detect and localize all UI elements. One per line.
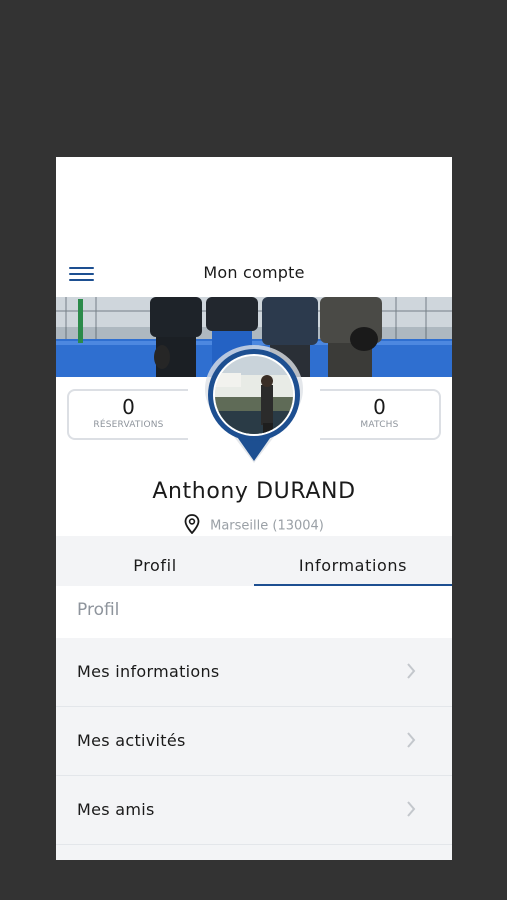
menu-item-label: Mes activités xyxy=(77,731,186,750)
location-pin-icon xyxy=(184,514,200,538)
settings-menu: Mes informations Mes activités Mes amis xyxy=(56,638,452,860)
menu-more xyxy=(56,845,452,860)
tab-informations[interactable]: Informations xyxy=(254,536,452,586)
user-name: Anthony DURAND xyxy=(152,479,356,504)
app-screen: Mon compte 0 RÉSERVATIONS 0 MATCHS Antho… xyxy=(56,157,452,860)
chevron-right-icon xyxy=(406,662,416,684)
menu-item-label: Mes amis xyxy=(77,800,155,819)
chevron-right-icon xyxy=(406,800,416,822)
section-title: Profil xyxy=(77,600,120,620)
matchs-count: 0 xyxy=(373,395,386,419)
matchs-stat[interactable]: 0 MATCHS xyxy=(320,389,441,440)
chevron-right-icon xyxy=(406,731,416,753)
menu-item-mes-activites[interactable]: Mes activités xyxy=(56,707,452,776)
menu-item-mes-informations[interactable]: Mes informations xyxy=(56,638,452,707)
avatar[interactable] xyxy=(203,345,305,463)
location-text: Marseille (13004) xyxy=(210,518,324,534)
matchs-label: MATCHS xyxy=(360,420,399,430)
user-location: Marseille (13004) xyxy=(56,514,452,535)
reservations-label: RÉSERVATIONS xyxy=(93,420,164,430)
tab-bar: Profil Informations xyxy=(56,536,452,586)
tab-profil[interactable]: Profil xyxy=(56,536,254,586)
page-title: Mon compte xyxy=(203,263,305,282)
reservations-count: 0 xyxy=(122,395,135,419)
menu-item-mes-amis[interactable]: Mes amis xyxy=(56,776,452,845)
reservations-stat[interactable]: 0 RÉSERVATIONS xyxy=(67,389,188,440)
top-bar: Mon compte xyxy=(56,253,452,297)
menu-item-label: Mes informations xyxy=(77,662,220,681)
